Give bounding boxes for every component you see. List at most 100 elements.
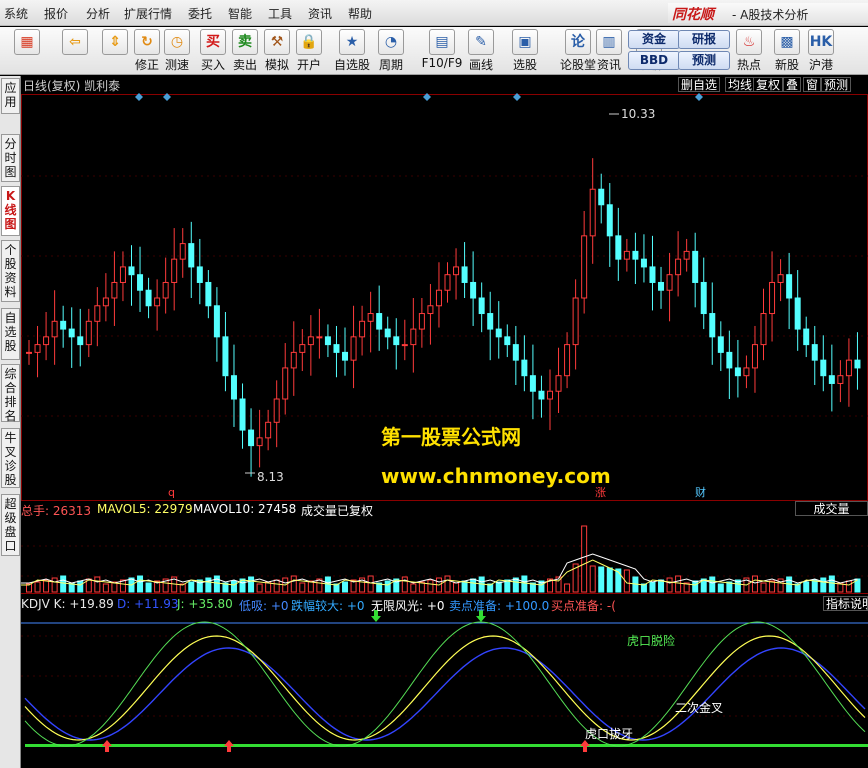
toolbar-square-button[interactable]: 研报 — [678, 30, 730, 49]
volume-bar — [94, 576, 101, 593]
toolbar-button[interactable]: ★ 自选股 — [330, 29, 374, 73]
toolbar-button[interactable]: ♨ 热点 — [734, 29, 764, 73]
menu-item[interactable]: 扩展行情 — [124, 5, 172, 22]
toolbar-button-label: 开户 — [296, 58, 321, 72]
volume-bar — [102, 583, 109, 593]
candle-body — [179, 243, 186, 260]
kline-header-button[interactable]: 均线 — [725, 77, 756, 92]
sidebar-tab[interactable]: 综合排名 — [1, 364, 20, 423]
buy-icon: 买 — [200, 29, 226, 55]
candle-body — [188, 243, 195, 268]
toolbar-button[interactable]: ◔ 周期 — [376, 29, 406, 73]
candle-body — [162, 281, 169, 299]
candle-body — [786, 274, 793, 299]
kline-header-button[interactable]: 预测 — [821, 77, 852, 92]
kdj-annotation: 虎口拔牙 — [585, 726, 633, 741]
toolbar-button[interactable]: ▤ F10/F9 — [420, 29, 464, 70]
candle-body — [777, 274, 784, 283]
toolbar-button[interactable]: ▩ 新股 — [772, 29, 802, 73]
toolbar-button[interactable]: ✎ 画线 — [466, 29, 496, 73]
candle-body — [760, 313, 767, 346]
volume-bar — [196, 579, 203, 593]
menu-item[interactable]: 委托 — [188, 5, 212, 22]
candle-body — [606, 204, 613, 237]
toolbar-button[interactable]: HK 沪港 — [806, 29, 836, 73]
candle-body — [734, 367, 741, 377]
toolbar-button-label: F10/F9 — [421, 56, 463, 70]
sidebar-tab[interactable]: 分时图 — [1, 134, 20, 182]
sidebar-tab[interactable]: 超级盘口 — [1, 494, 20, 556]
sell-icon: 卖 — [232, 29, 258, 55]
hk-connect-icon: HK — [808, 29, 834, 55]
mavol10-label: MAVOL10: 27458 — [193, 502, 297, 516]
kdj-annotation: 虎口脱险 — [627, 633, 675, 648]
candle-body — [529, 375, 536, 392]
kline-header-button[interactable]: 删自选 — [678, 77, 721, 92]
candle-body — [837, 375, 844, 384]
toolbar-button[interactable]: 卖卖出 — [230, 29, 260, 73]
candle-body — [342, 351, 349, 361]
indicator-help-button[interactable]: 指标说明 — [823, 596, 868, 611]
kline-header-button[interactable]: 窗 — [803, 77, 822, 92]
back-arrow-icon: ⇦ — [62, 29, 88, 55]
volume-bar — [256, 583, 263, 593]
sidebar-tab[interactable]: 自选股 — [1, 308, 20, 360]
brand-subtitle: - A股技术分析 — [732, 8, 809, 22]
candle-body — [828, 375, 835, 384]
kdj-header-item: 无限风光: +0 — [371, 599, 445, 613]
simulate-icon: ⚒ — [264, 29, 290, 55]
sidebar-tab[interactable]: 应用 — [1, 78, 20, 114]
kdj-header-item: 买点准备: -( — [551, 599, 616, 613]
volume-bar — [51, 577, 58, 593]
menu-item[interactable]: 报价 — [44, 5, 68, 22]
candle-body — [154, 297, 161, 307]
toolbar-button[interactable]: ◷ 测速 — [162, 29, 192, 73]
toolbar-button[interactable]: ⇦ — [60, 29, 90, 55]
toolbar-square-button[interactable]: 资金 — [628, 30, 680, 49]
kline-header-button[interactable]: 复权 — [753, 77, 784, 92]
toolbar-button[interactable]: ▦ — [12, 29, 42, 55]
toolbar-button[interactable]: ▣ 选股 — [510, 29, 540, 73]
toolbar-button[interactable]: ▥ 资讯 — [594, 29, 624, 73]
candle-body — [700, 281, 707, 315]
menu-item[interactable]: 帮助 — [348, 5, 372, 22]
kdj-header-item: 跌幅较大: +0 — [291, 599, 365, 613]
menu-item[interactable]: 资讯 — [308, 5, 332, 22]
candle-body — [751, 344, 758, 369]
toolbar-button[interactable]: ⚒ 模拟 — [262, 29, 292, 73]
sidebar-tab[interactable]: 牛叉诊股 — [1, 428, 20, 488]
volume-bar — [649, 581, 656, 593]
candle-body — [555, 375, 562, 392]
candle-body — [137, 274, 144, 291]
menu-item[interactable]: 系统 — [4, 5, 28, 22]
toolbar-button[interactable]: ↻ 修正 — [132, 29, 162, 73]
volume-bar — [717, 583, 724, 593]
volume-button[interactable]: 成交量 — [795, 501, 868, 516]
candle-body — [854, 359, 861, 369]
candle-body — [316, 336, 323, 339]
volume-bar — [34, 581, 41, 593]
menu-item[interactable]: 分析 — [86, 5, 110, 22]
toolbar-button-label: 测速 — [164, 58, 189, 72]
toolbar-button-label: 沪港 — [808, 58, 833, 72]
candle-body — [478, 297, 485, 315]
clock-icon: ◷ — [164, 29, 190, 55]
sidebar-tab[interactable]: 个股资料 — [1, 240, 20, 302]
candle-body — [427, 305, 434, 315]
menu-item[interactable]: 智能 — [228, 5, 252, 22]
toolbar-button[interactable]: 🔒 开户 — [294, 29, 324, 73]
toolbar-button[interactable]: 买买入 — [198, 29, 228, 73]
toolbar-square-button[interactable]: BBD — [628, 51, 680, 70]
watchlist-icon: ★ — [339, 29, 365, 55]
kline-header-button[interactable]: 叠 — [783, 77, 802, 92]
toolbar-square-button[interactable]: 预测 — [678, 51, 730, 70]
menu-item[interactable]: 工具 — [268, 5, 292, 22]
windows-logo-icon: ▦ — [14, 29, 40, 55]
toolbar-button[interactable]: ⇕ — [100, 29, 130, 55]
volume-bar — [675, 575, 682, 593]
candle-body — [265, 421, 272, 439]
candle-body — [350, 336, 357, 361]
volume-bar — [213, 575, 220, 593]
sidebar-tab[interactable]: K线图 — [1, 186, 20, 236]
candle-body — [521, 359, 528, 377]
